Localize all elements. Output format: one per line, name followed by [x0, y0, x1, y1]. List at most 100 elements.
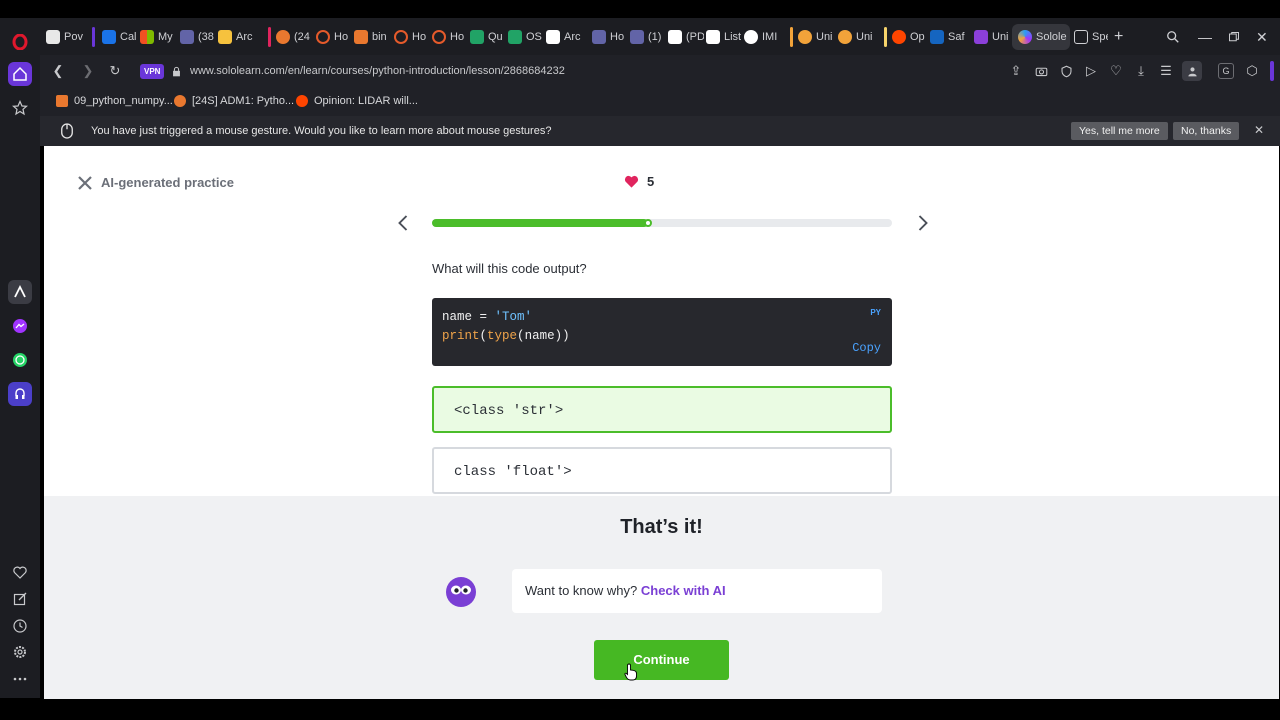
music-player-icon[interactable] [8, 382, 32, 406]
tab[interactable]: IMI [744, 24, 782, 50]
answer-option-correct[interactable]: <class 'str'> [432, 386, 892, 433]
profile-icon[interactable] [1182, 61, 1202, 81]
home-icon[interactable] [8, 62, 32, 86]
tab[interactable]: Ho [316, 24, 350, 50]
back-arrow-icon[interactable]: ❮ [50, 63, 66, 79]
bookmark-item[interactable]: [24S] ADM1: Pytho... [174, 95, 294, 107]
url-field[interactable]: www.sololearn.com/en/learn/courses/pytho… [190, 65, 565, 77]
previous-arrow-icon[interactable] [396, 214, 410, 232]
messenger-icon[interactable] [8, 314, 32, 338]
star-icon[interactable] [8, 96, 32, 120]
spreadsheet-icon [470, 30, 484, 44]
download-icon[interactable]: ⤓ [1133, 63, 1149, 79]
tab[interactable]: My [140, 24, 176, 50]
bookmark-item[interactable]: 09_python_numpy... [56, 95, 173, 107]
easy-setup-icon[interactable]: ☰ [1158, 63, 1174, 79]
aria-icon[interactable] [8, 280, 32, 304]
extensions-cube-icon[interactable]: ⬡ [1244, 63, 1260, 79]
tab[interactable]: Saf [930, 24, 966, 50]
why-text: Want to know why? [525, 583, 641, 598]
code-operator: = [472, 310, 495, 324]
extension-g-icon[interactable]: G [1218, 63, 1234, 79]
tab-active[interactable]: Solole [1012, 24, 1070, 50]
no-thanks-button[interactable]: No, thanks [1173, 122, 1240, 140]
google-icon [744, 30, 758, 44]
vpn-badge[interactable]: VPN [140, 64, 165, 79]
minimize-icon[interactable]: — [1198, 24, 1214, 50]
play-icon[interactable]: ▷ [1083, 63, 1099, 79]
tab[interactable]: Pov [46, 24, 86, 50]
code-paren: )) [554, 329, 570, 343]
tab[interactable]: Uni [798, 24, 834, 50]
next-arrow-icon[interactable] [916, 214, 930, 232]
code-string: 'Tom' [494, 310, 533, 324]
tab-label: Arc [236, 31, 253, 43]
bookmark-item[interactable]: Opinion: LIDAR will... [296, 95, 418, 107]
share-icon[interactable]: ⇪ [1008, 63, 1024, 79]
tab[interactable]: OS [508, 24, 542, 50]
tab[interactable]: Cal [102, 24, 138, 50]
check-with-ai-link[interactable]: Check with AI [641, 583, 726, 598]
tab[interactable]: (38 [180, 24, 216, 50]
teams-icon [630, 30, 644, 44]
restore-window-icon[interactable] [1228, 24, 1244, 50]
tab[interactable]: Ho [394, 24, 428, 50]
close-lesson-icon[interactable] [77, 175, 93, 191]
tab[interactable]: Qu [470, 24, 504, 50]
tab[interactable]: Ho [592, 24, 628, 50]
heart-icon [624, 175, 639, 188]
heart-icon[interactable] [8, 560, 32, 584]
shield-icon[interactable] [1058, 63, 1074, 79]
yes-tell-me-more-button[interactable]: Yes, tell me more [1071, 122, 1168, 140]
tab[interactable]: Ho [432, 24, 466, 50]
tab[interactable]: Arc [546, 24, 582, 50]
mouse-gesture-notification: You have just triggered a mouse gesture.… [40, 116, 1280, 146]
tab-strip: Pov Cal My (38 Arc (24 Ho bin Ho Ho Qu O… [40, 18, 1280, 55]
more-icon[interactable] [8, 667, 32, 691]
university-icon [838, 30, 852, 44]
heart-outline-icon[interactable]: ♡ [1108, 63, 1124, 79]
sidebar-toggle[interactable] [1270, 61, 1274, 81]
lesson-area: AI-generated practice 5 What will this c… [44, 146, 1279, 496]
tab[interactable]: Uni [838, 24, 874, 50]
camera-icon[interactable] [1033, 63, 1049, 79]
pdf-icon [668, 30, 682, 44]
tab-label: Arc [564, 31, 581, 43]
tab[interactable]: Spe [1074, 24, 1108, 50]
tab[interactable]: (PD [668, 24, 704, 50]
settings-gear-icon[interactable] [8, 640, 32, 664]
tab[interactable]: List [706, 24, 742, 50]
tab-label: Ho [450, 31, 465, 43]
tab-label: List [724, 31, 742, 43]
forward-arrow-icon[interactable]: ❯ [80, 63, 96, 79]
tab[interactable]: Uni [974, 24, 1010, 50]
close-window-icon[interactable]: ✕ [1256, 24, 1272, 50]
new-tab-plus-icon[interactable]: + [1114, 24, 1130, 50]
tab-label: Cal [120, 31, 137, 43]
lock-icon[interactable] [168, 63, 184, 79]
answer-option[interactable]: class 'float'> [432, 447, 892, 494]
search-tabs-icon[interactable] [1166, 24, 1182, 50]
whatsapp-icon[interactable] [8, 348, 32, 372]
tab[interactable]: bin [354, 24, 390, 50]
wikipedia-icon [706, 30, 720, 44]
tab[interactable]: Op [892, 24, 928, 50]
wikipedia-icon [546, 30, 560, 44]
code-function: type [487, 329, 518, 343]
reload-icon[interactable]: ↻ [107, 63, 123, 79]
history-icon[interactable] [8, 614, 32, 638]
tab[interactable]: Arc [218, 24, 258, 50]
copy-code-button[interactable]: Copy [852, 341, 881, 355]
tab-label: Ho [334, 31, 349, 43]
edit-icon[interactable] [8, 587, 32, 611]
tab-label: Ho [412, 31, 427, 43]
bookmarks-bar: 09_python_numpy... [24S] ADM1: Pytho... … [40, 88, 1280, 116]
hearts-count: 5 [647, 174, 655, 189]
close-notification-icon[interactable]: ✕ [1254, 123, 1264, 137]
browser-sidebar [0, 18, 40, 698]
tab[interactable]: (1) [630, 24, 664, 50]
tab[interactable]: (24 [276, 24, 312, 50]
opera-logo-icon[interactable] [8, 30, 32, 54]
code-paren: ( [479, 329, 488, 343]
continue-button[interactable]: Continue [594, 640, 729, 680]
